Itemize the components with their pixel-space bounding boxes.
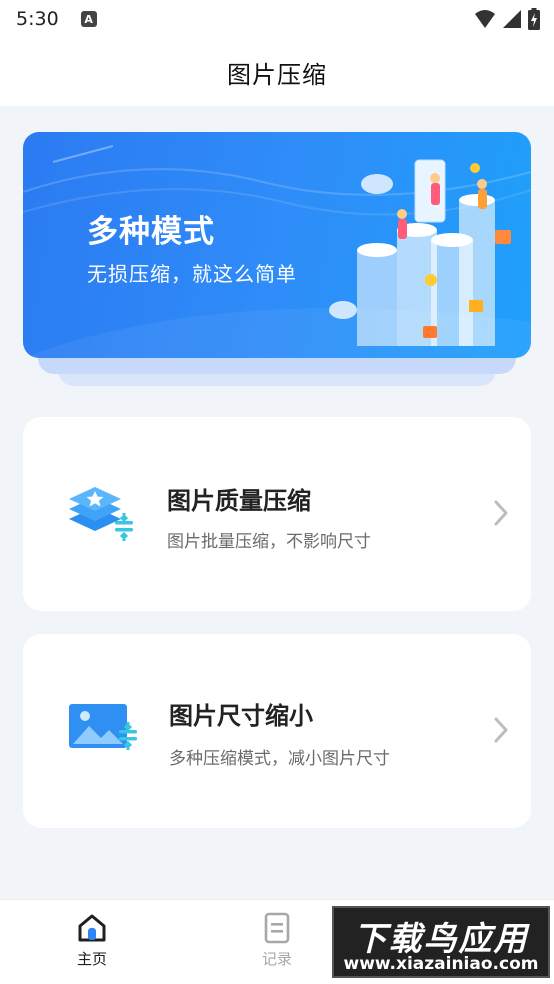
status-time: 5:30 [16, 8, 59, 30]
banner-subtitle: 无损压缩，就这么简单 [87, 262, 297, 286]
card-title: 图片尺寸缩小 [169, 702, 313, 730]
app-header: 图片压缩 [0, 38, 554, 106]
notification-icon: A [80, 11, 97, 27]
watermark-logo-text: 下载鸟应用 [353, 919, 529, 958]
chevron-right-icon [494, 717, 508, 743]
data-servers-illustration-icon [329, 159, 511, 346]
document-icon [264, 912, 290, 944]
watermark-url: www.xiazainiao.com [343, 954, 539, 974]
site-watermark: 下载鸟应用 www.xiazainiao.com [332, 906, 550, 978]
status-bar: 5:30 A [0, 0, 554, 38]
card-description: 图片批量压缩，不影响尺寸 [167, 532, 371, 552]
battery-charging-icon [528, 8, 540, 30]
signal-icon [503, 10, 521, 28]
promo-banner[interactable]: 多种模式 无损压缩，就这么简单 [23, 132, 531, 358]
page-title: 图片压缩 [227, 60, 327, 89]
card-title: 图片质量压缩 [167, 487, 311, 515]
quality-compress-card[interactable]: 图片质量压缩 图片批量压缩，不影响尺寸 [23, 417, 531, 611]
nav-records[interactable]: 记录 [237, 912, 317, 969]
layers-compress-icon [69, 487, 133, 541]
size-reduce-card[interactable]: 图片尺寸缩小 多种压缩模式，减小图片尺寸 [23, 634, 531, 828]
chevron-right-icon [494, 500, 508, 526]
card-description: 多种压缩模式，减小图片尺寸 [169, 749, 390, 769]
wifi-icon [475, 10, 495, 28]
image-resize-icon [69, 704, 137, 750]
nav-home-label: 主页 [76, 950, 107, 968]
nav-home[interactable]: 主页 [52, 912, 132, 969]
nav-records-label: 记录 [261, 950, 292, 968]
banner-title: 多种模式 [87, 214, 215, 250]
status-indicators [474, 8, 540, 30]
home-icon [78, 914, 106, 942]
